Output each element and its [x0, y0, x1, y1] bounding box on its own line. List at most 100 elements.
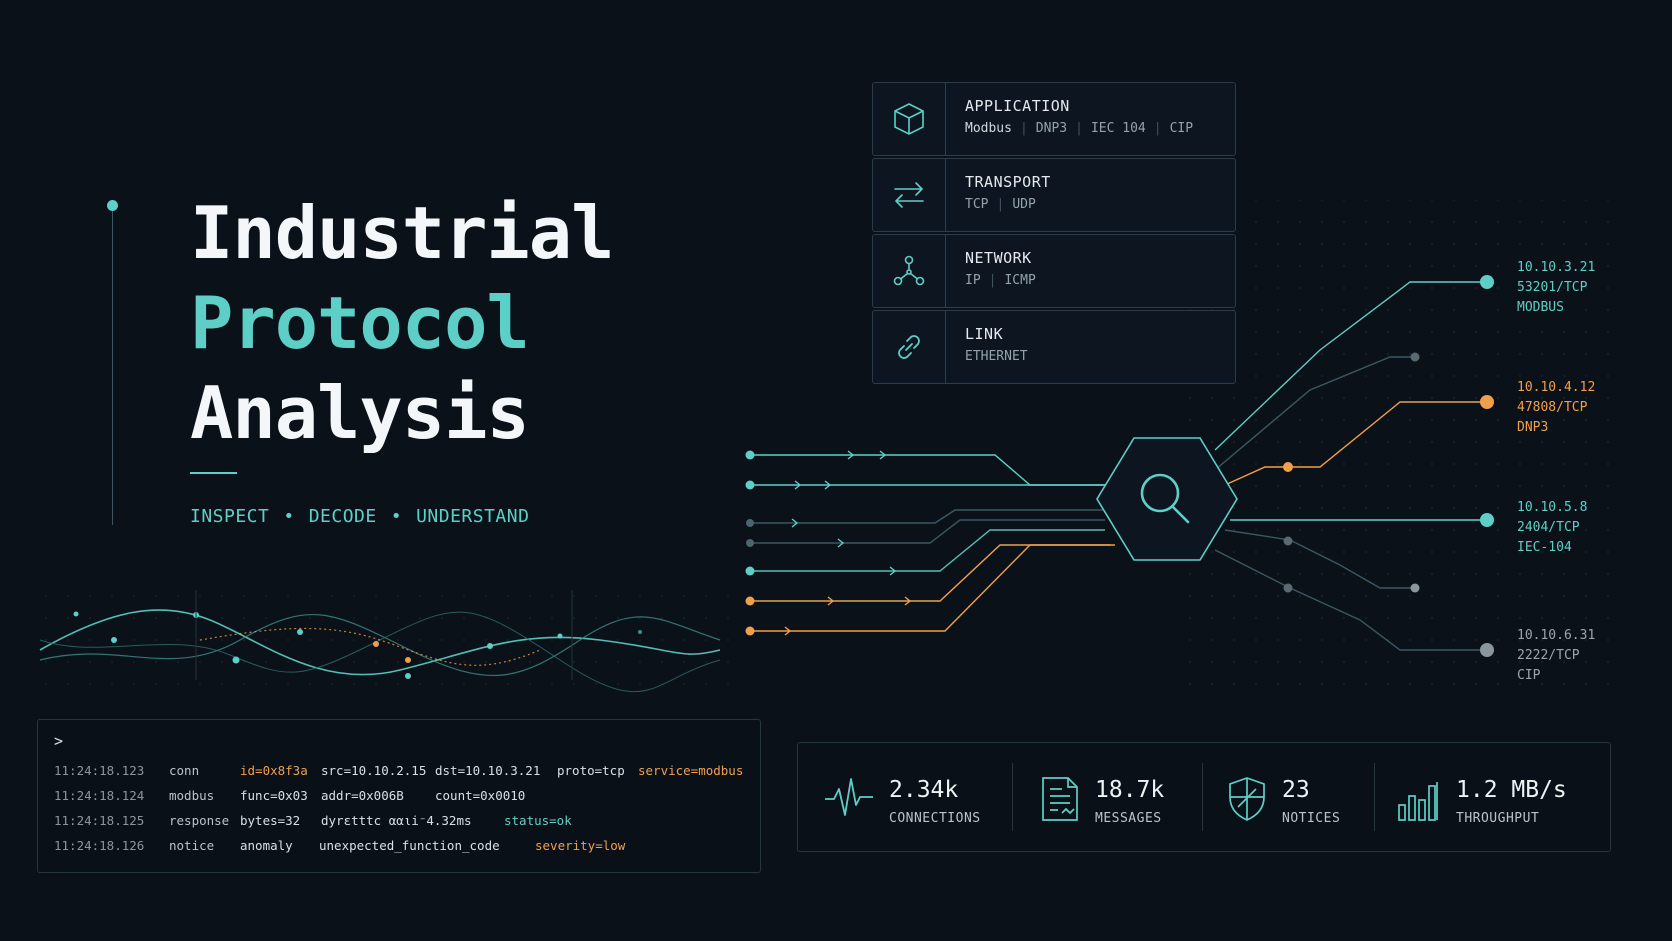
protocol-separator: | — [988, 273, 997, 288]
tagline-separator: • — [390, 506, 403, 527]
log-field: addr=0x006B — [321, 788, 404, 803]
tagline-inspect: INSPECT — [190, 506, 270, 527]
endpoint-ip: 10.10.4.12 — [1517, 380, 1596, 395]
title-line-1: Industrial — [190, 191, 614, 275]
log-field: proto=tcp — [557, 763, 625, 778]
link-chain-icon — [873, 311, 946, 383]
layer-protocols: TCP | UDP — [965, 197, 1051, 212]
stat-connections: 2.34k CONNECTIONS — [798, 743, 1012, 851]
log-field: func=0x03 — [240, 788, 308, 803]
layer-name: APPLICATION — [965, 97, 1070, 115]
layer-name: NETWORK — [965, 249, 1032, 267]
protocol-label: ICMP — [1004, 273, 1036, 288]
endpoint-iec104[interactable]: 10.10.5.8 2404/TCP IEC-104 — [1517, 498, 1587, 558]
tagline-decode: DECODE — [308, 506, 377, 527]
hero-accent-line — [112, 205, 113, 525]
protocol-separator: | — [1019, 121, 1028, 136]
inbound-flows — [750, 454, 1115, 632]
protocol-separator: | — [1075, 121, 1083, 136]
log-field: status=ok — [504, 813, 572, 828]
endpoint-modbus[interactable]: 10.10.3.21 53201/TCP MODBUS — [1517, 258, 1595, 318]
layer-protocols: Modbus | DNP3 | IEC 104 | CIP — [965, 121, 1193, 136]
log-field: bytes=32 — [240, 813, 301, 828]
stat-value: 1.2 MB/s — [1456, 777, 1567, 803]
log-field: src=10.10.2.15 — [321, 763, 427, 778]
endpoint-port: 47808/TCP — [1517, 400, 1588, 415]
protocol-separator: | — [1153, 121, 1162, 136]
endpoint-protocol: IEC-104 — [1517, 540, 1572, 555]
log-field: dst=10.10.3.21 — [435, 763, 541, 778]
protocol-stack: APPLICATION Modbus | DNP3 | IEC 104 | CIP TRAN… — [872, 82, 1236, 386]
network-nodes-icon — [873, 235, 946, 307]
stat-label: NOTICES — [1282, 811, 1341, 826]
endpoint-ip: 10.10.3.21 — [1517, 260, 1596, 275]
log-field: count=0x0010 — [435, 788, 526, 803]
stat-label: MESSAGES — [1095, 811, 1162, 826]
layer-protocols: ETHERNET — [965, 349, 1028, 364]
log-field: anomaly — [240, 838, 293, 853]
shield-icon — [1227, 775, 1267, 827]
log-timestamp: 11:24:18.124 — [54, 788, 145, 803]
title-line-2: Protocol — [190, 281, 530, 365]
layer-name: LINK — [965, 325, 1004, 343]
stat-notices: 23 NOTICES — [1202, 743, 1374, 851]
stat-throughput: 1.2 MB/s THROUGHPUT — [1374, 743, 1610, 851]
log-field: dyrεtttc ααιi⁻4.32ms — [321, 813, 472, 828]
protocol-label: TCP — [965, 197, 989, 212]
protocol-label: UDP — [1012, 197, 1036, 212]
endpoint-protocol: DNP3 — [1517, 420, 1549, 435]
layer-protocols: IP | ICMP — [965, 273, 1036, 288]
protocol-label: CIP — [1169, 121, 1194, 136]
stat-value: 2.34k — [889, 777, 959, 803]
protocol-label: ETHERNET — [965, 349, 1028, 364]
title-underline — [190, 472, 237, 474]
terminal-prompt: > — [54, 732, 64, 750]
endpoint-protocol: MODBUS — [1517, 300, 1564, 315]
layer-name: TRANSPORT — [965, 173, 1051, 191]
tagline-separator: • — [283, 506, 295, 527]
document-icon — [1040, 775, 1080, 827]
bar-chart-icon — [1397, 775, 1443, 827]
protocol-label: IEC 104 — [1090, 121, 1146, 136]
protocol-label: DNP3 — [1035, 121, 1068, 136]
log-field: severity=low — [535, 838, 626, 853]
tagline-understand: UNDERSTAND — [416, 506, 530, 527]
hero-accent-dot — [107, 200, 118, 211]
log-event: response — [169, 813, 230, 828]
event-log-terminal[interactable]: > 11:24:18.123 conn id=0x8f3a src=10.10.… — [37, 719, 761, 873]
log-timestamp: 11:24:18.125 — [54, 813, 145, 828]
title-line-3: Analysis — [190, 371, 530, 455]
page-title: Industrial Protocol Analysis — [190, 188, 614, 458]
log-timestamp: 11:24:18.126 — [54, 838, 145, 853]
stat-value: 18.7k — [1095, 777, 1165, 803]
inbound-nodes — [745, 450, 755, 636]
stat-value: 23 — [1282, 777, 1310, 803]
stats-panel: 2.34k CONNECTIONS 18.7k MESSAGES 23 NOTI… — [797, 742, 1611, 852]
endpoint-ip: 10.10.5.8 — [1517, 500, 1588, 515]
endpoint-port: 53201/TCP — [1517, 280, 1588, 295]
endpoint-port: 2222/TCP — [1517, 648, 1580, 663]
endpoint-cip[interactable]: 10.10.6.31 2222/TCP CIP — [1517, 626, 1595, 686]
log-timestamp: 11:24:18.123 — [54, 763, 145, 778]
log-event: modbus — [169, 788, 215, 803]
log-event: conn — [169, 763, 200, 778]
endpoint-ip: 10.10.6.31 — [1517, 628, 1596, 643]
layer-link[interactable]: LINK ETHERNET — [872, 310, 1236, 384]
log-field: unexpected_function_code — [319, 838, 500, 853]
tagline: INSPECT • DECODE • UNDERSTAND — [190, 506, 529, 527]
arrows-exchange-icon — [873, 159, 946, 231]
stat-messages: 18.7k MESSAGES — [1012, 743, 1202, 851]
log-field: service=modbus — [638, 763, 744, 778]
layer-network[interactable]: NETWORK IP | ICMP — [872, 234, 1236, 308]
stat-label: CONNECTIONS — [889, 811, 981, 826]
protocol-label: Modbus — [965, 121, 1012, 136]
protocol-label: IP — [965, 273, 981, 288]
endpoint-protocol: CIP — [1517, 668, 1541, 683]
layer-application[interactable]: APPLICATION Modbus | DNP3 | IEC 104 | CIP — [872, 82, 1236, 156]
endpoint-port: 2404/TCP — [1517, 520, 1580, 535]
pulse-icon — [824, 775, 874, 825]
stat-label: THROUGHPUT — [1456, 811, 1540, 826]
layer-transport[interactable]: TRANSPORT TCP | UDP — [872, 158, 1236, 232]
cube-icon — [873, 83, 946, 155]
endpoint-dnp3[interactable]: 10.10.4.12 47808/TCP DNP3 — [1517, 378, 1595, 438]
